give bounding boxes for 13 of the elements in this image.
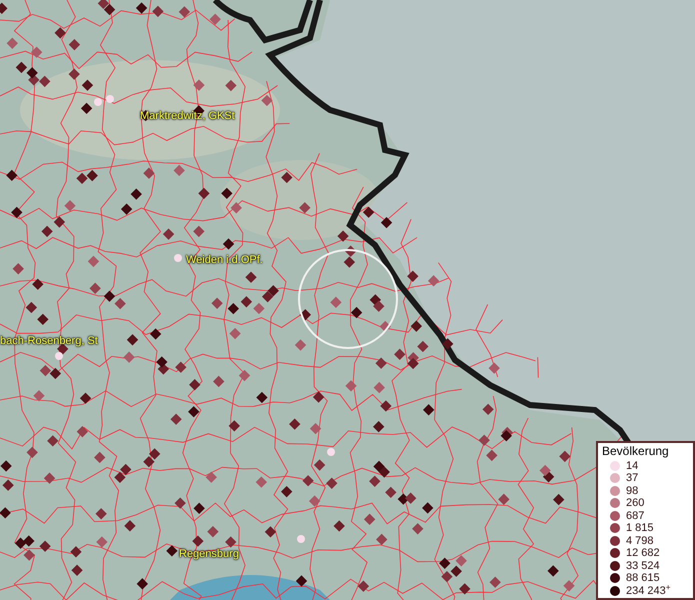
legend-label: 234 243$^{+}$: [626, 584, 671, 597]
legend-label: 12 682: [626, 547, 660, 560]
legend-label: 1 815: [626, 522, 654, 534]
legend-label: 4 798: [626, 534, 654, 547]
legend-label: 14: [626, 460, 638, 472]
legend-label: 37: [626, 472, 638, 484]
legend-label: 260: [626, 497, 644, 510]
legend-label: 98: [626, 484, 638, 497]
legend-title: Bevölkerung: [602, 444, 670, 458]
selection-circle[interactable]: [298, 249, 398, 349]
legend-label: 687: [626, 510, 644, 522]
legend-label: 88 615: [626, 572, 660, 584]
legend-label: 33 524: [626, 560, 660, 572]
